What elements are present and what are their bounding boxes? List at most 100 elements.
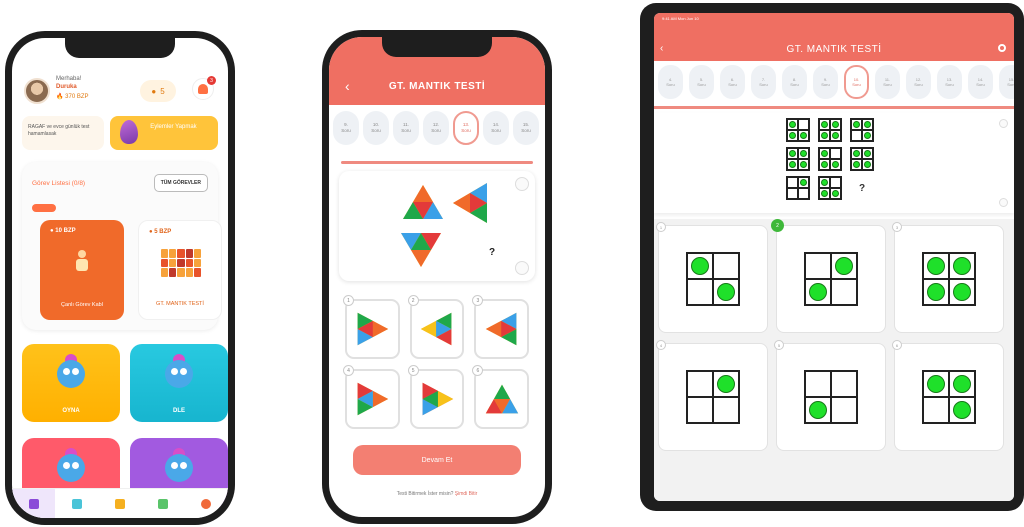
game-tile-dle[interactable]: DLE [130,344,228,422]
grid-cell [713,253,739,279]
question-tab[interactable]: 14. Soru [483,111,509,145]
grid-figure [786,118,810,142]
grid-cell [819,159,830,170]
answer-option-1[interactable]: 1 [656,222,768,333]
grid-cell [819,188,830,199]
green-dot [788,149,796,157]
answer-option-5[interactable]: 5 [774,340,886,451]
grid-cell [851,119,862,130]
answer-option-5[interactable]: 5 [407,365,465,429]
green-dot [952,400,972,420]
grid-cell [923,371,949,397]
nav-home[interactable] [12,489,56,518]
grid-cell [830,188,841,199]
grid-cell [830,119,841,130]
question-tab[interactable]: 8. Soru [782,65,807,99]
question-tab[interactable]: 13. Soru [937,65,962,99]
answer-option-4[interactable]: 4 [656,340,768,451]
option-number: 3 [472,295,484,306]
back-arrow-icon[interactable]: ‹ [345,79,350,93]
question-tab[interactable]: 6. Soru [720,65,745,99]
green-dot [926,282,946,302]
answer-option-3[interactable]: 3 [892,222,1004,333]
option-number: 6 [472,365,484,376]
dragon-mascot-icon [159,448,199,488]
grid-cell [830,159,841,170]
answer-option-2[interactable]: 2 [771,219,886,333]
answer-option-6[interactable]: 6 [472,365,529,429]
option-number: 5 [407,365,419,376]
dragon-mascot-icon [51,354,91,394]
finish-test-prompt: Testi Bitirmek İster misin? Şimdi Bitir [329,491,545,497]
nav-trophy[interactable] [98,489,141,518]
green-dot [863,149,871,157]
answer-option-6[interactable]: 6 [892,340,1004,451]
nav-games[interactable] [142,489,185,518]
question-tab[interactable]: 11. Soru [875,65,900,99]
puzzle-grid-icon [161,249,201,277]
question-tab[interactable]: 10. Soru [363,111,389,145]
question-tab[interactable]: 13. Soru [453,111,479,145]
nav-gifts[interactable] [55,489,98,518]
zoom-out-icon[interactable] [999,198,1008,207]
grid-cell [949,253,975,279]
promo-button[interactable]: Eylemler Yapmak [110,116,218,150]
all-tasks-button[interactable]: TÜM GÖREVLER [153,174,208,192]
question-tab[interactable]: 9. Soru [333,111,359,145]
question-tab[interactable]: 15.Soru [513,111,539,145]
question-tab[interactable]: 12. Soru [423,111,449,145]
continue-button[interactable]: Devam Et [353,445,521,475]
avatar[interactable] [24,78,50,104]
answer-option-1[interactable]: 1 [343,295,400,359]
grid-cell [949,279,975,305]
home-screen: Merhaba! Duruka 🔥 370 BZP ● 5 3 RAGAF ve… [12,38,228,518]
task-tile-logic-test[interactable]: ● 5 BZP GT. MANTIK TESTİ [138,220,222,320]
grid-cell [862,159,873,170]
question-tab-label: Soru [401,128,411,133]
bottom-nav [12,488,228,518]
question-figure [401,183,487,267]
greeting-text: Merhaba! [56,76,82,82]
green-dot [799,160,807,168]
question-tab[interactable]: 11. Soru [393,111,419,145]
answer-option-3[interactable]: 3 [472,295,529,359]
answer-option-2[interactable]: 2 [407,295,465,359]
grid-cell [687,253,713,279]
question-tab[interactable]: 14. Soru [968,65,993,99]
answer-option-4[interactable]: 4 [343,365,400,429]
green-dot [788,160,796,168]
grid-cell [787,177,798,188]
question-tab[interactable]: 5. Soru [689,65,714,99]
question-tab-label: Soru [431,128,441,133]
question-tab[interactable]: 4. Soru [658,65,683,99]
username-text: Duruka [56,84,77,90]
coin-counter[interactable]: ● 5 [140,80,176,102]
green-dot [820,131,828,139]
grid-cell [819,130,830,141]
nav-profile[interactable] [185,489,228,518]
grid-cell [687,397,713,423]
grid-cell [798,188,809,199]
question-tab[interactable]: 15.Soru [999,65,1014,99]
back-arrow-icon[interactable]: ‹ [660,43,663,54]
grid-cell [830,130,841,141]
finish-now-link[interactable]: Şimdi Bitir [455,491,478,497]
question-tab[interactable]: 9. Soru [813,65,838,99]
game-tile-oyna[interactable]: OYNA [22,344,120,422]
grid-cell [798,119,809,130]
question-tab[interactable]: 7. Soru [751,65,776,99]
phone-home-mockup: Merhaba! Duruka 🔥 370 BZP ● 5 3 RAGAF ve… [5,31,235,525]
task-tile-daily[interactable]: ● 10 BZP Çanlı Görev Kabl [40,220,124,320]
grid-cell [923,397,949,423]
green-dot [863,160,871,168]
phone-quiz-mockup: ‹ GT. MANTIK TESTİ 9. Soru 10. Soru 11. Soru 1… [322,30,552,524]
notification-button[interactable]: 3 [192,76,216,100]
green-dot [831,131,839,139]
settings-icon[interactable] [998,44,1006,52]
question-tab[interactable]: 12. Soru [906,65,931,99]
zoom-icon[interactable] [999,119,1008,128]
option-number: 2 [771,219,784,232]
home-icon [28,498,39,509]
grid-figure [922,252,976,306]
question-tab[interactable]: 10. Soru [844,65,869,99]
